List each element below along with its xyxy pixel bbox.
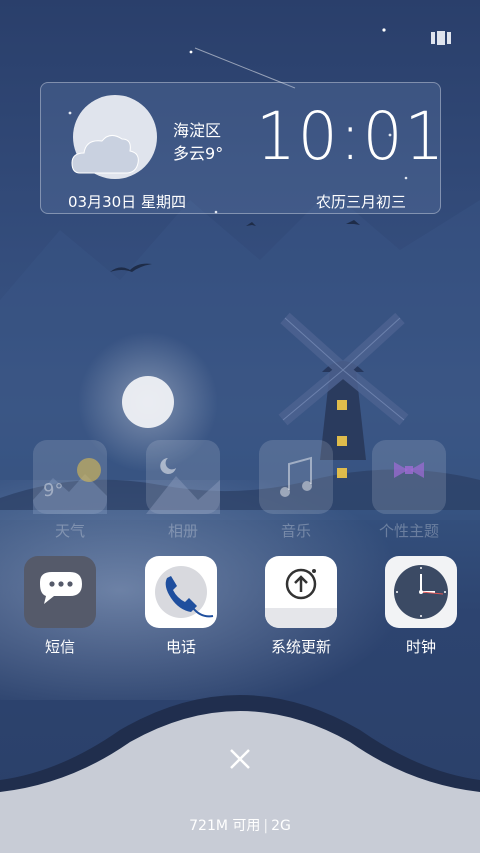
message-icon <box>40 572 82 604</box>
faded-theme-app[interactable] <box>372 440 446 514</box>
faded-album-label: 相册 <box>167 522 198 540</box>
weather-icon <box>33 458 107 514</box>
recent-apps-icon[interactable] <box>430 30 452 46</box>
network-type: 2G <box>271 818 291 834</box>
faded-album-app[interactable] <box>146 440 220 514</box>
faded-music-app[interactable] <box>259 440 333 514</box>
phone-label[interactable]: 电话 <box>121 636 241 657</box>
lunar-date-text: 农历三月初三 <box>316 193 407 211</box>
faded-theme-label: 个性主题 <box>378 522 439 540</box>
faded-music-label: 音乐 <box>280 522 311 540</box>
memory-available: 721M 可用 <box>189 818 261 834</box>
weather-condition: 多云9° <box>173 140 223 164</box>
album-icon <box>146 458 220 514</box>
messages-app[interactable] <box>24 556 96 628</box>
temperature-text: 9° <box>205 144 224 163</box>
faded-weather-temp: 9° <box>43 480 64 501</box>
update-icon <box>265 568 337 628</box>
messages-label[interactable]: 短信 <box>0 636 120 657</box>
clock-app[interactable] <box>385 556 457 628</box>
condition-text: 多云 <box>173 144 206 163</box>
theme-icon <box>394 462 424 478</box>
memory-status: 721M 可用 | 2G <box>0 815 480 835</box>
weather-district: 海淀区 <box>173 121 222 140</box>
system-update-app[interactable] <box>265 556 337 628</box>
music-icon <box>280 456 312 497</box>
faded-weather-label: 天气 <box>54 522 85 540</box>
separator: | <box>263 818 269 834</box>
clock-time: 10:01 <box>256 98 447 175</box>
moon <box>122 376 174 428</box>
phone-app[interactable] <box>145 556 217 628</box>
close-icon[interactable] <box>226 745 254 773</box>
clock-icon <box>394 565 448 619</box>
faded-weather-app[interactable]: 9° <box>33 440 107 514</box>
cloudy-moon-icon <box>71 95 157 179</box>
system-update-label[interactable]: 系统更新 <box>241 636 361 657</box>
phone-icon <box>155 566 214 618</box>
clock-label[interactable]: 时钟 <box>361 636 480 657</box>
date-text: 03月30日 星期四 <box>68 193 186 211</box>
